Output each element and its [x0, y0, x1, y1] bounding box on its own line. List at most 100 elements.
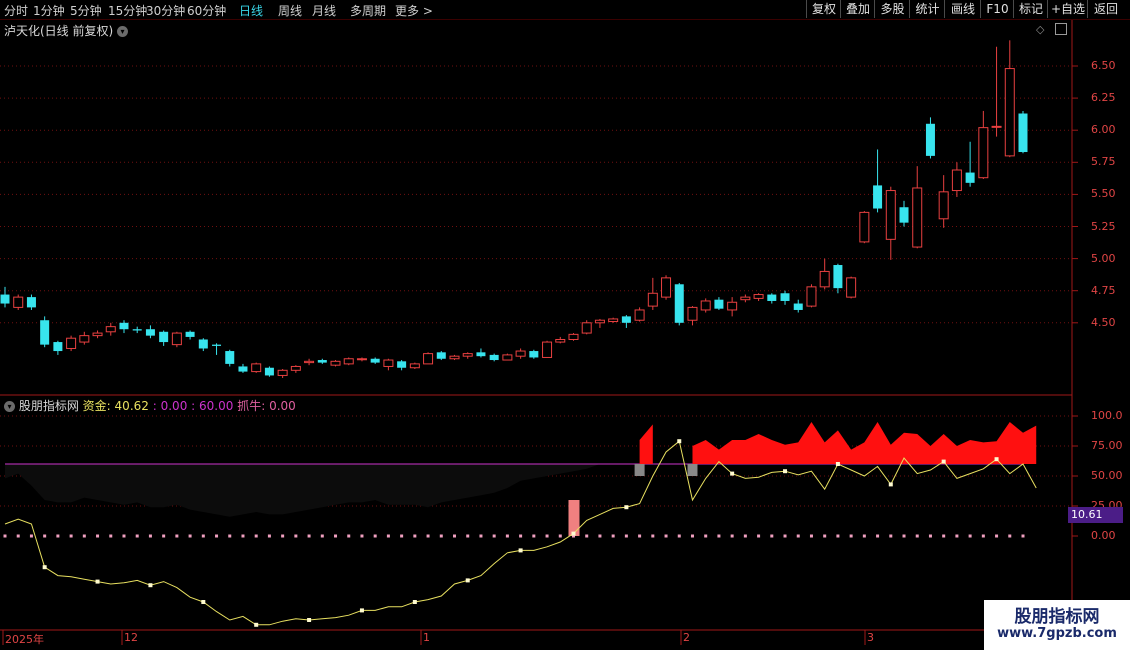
price-label: 6.50 — [1091, 59, 1116, 72]
fund-marker — [42, 565, 47, 570]
grab-label: 抓牛: — [237, 399, 266, 413]
zero-dot — [770, 534, 774, 538]
indicator-label: 50.00 — [1091, 469, 1123, 482]
zero-dot — [148, 534, 152, 538]
candle-body — [26, 297, 36, 308]
zero-dot — [981, 534, 985, 538]
zero-dot — [439, 534, 443, 538]
zero-dot — [215, 534, 219, 538]
current-value-badge: 10.61 — [1068, 507, 1123, 523]
zero-dot — [175, 534, 179, 538]
zero-dot — [730, 534, 734, 538]
stock-title-text: 泸天化(日线 前复权) — [4, 24, 114, 38]
candle-body — [171, 332, 182, 346]
candle-body — [938, 191, 949, 220]
price-label: 6.00 — [1091, 123, 1116, 137]
zero-dot — [585, 534, 589, 538]
candle-body — [885, 190, 896, 240]
fund-marker — [307, 618, 312, 622]
zero-dot — [704, 534, 708, 538]
candle-body — [251, 363, 262, 373]
date-label: 12 — [124, 631, 138, 644]
candle-body — [423, 353, 434, 365]
zero-dot — [122, 534, 126, 538]
candle-body — [238, 366, 248, 372]
zero-dot — [1008, 534, 1012, 538]
diamond-icon[interactable]: ◇ — [1036, 23, 1044, 36]
candle-body — [978, 127, 989, 179]
indicator-value-2: 0.00 — [160, 399, 188, 413]
zero-dot — [1021, 534, 1025, 538]
price-label: 6.25 — [1091, 91, 1116, 105]
zero-dot — [624, 534, 628, 538]
zero-dot — [783, 534, 787, 538]
zero-dot — [29, 534, 33, 538]
candle-body — [846, 277, 857, 298]
zero-dot — [3, 534, 7, 538]
zero-dot — [82, 534, 86, 538]
candle-body — [780, 293, 790, 301]
zero-dot — [836, 534, 840, 538]
zero-dot — [413, 534, 417, 538]
zero-dot — [532, 534, 536, 538]
zero-dot — [320, 534, 324, 538]
fund-label: 资金: — [82, 399, 111, 413]
price-label: 4.75 — [1091, 283, 1116, 297]
candle-body — [806, 286, 817, 307]
zero-dot — [915, 534, 919, 538]
candle-body — [581, 322, 592, 334]
candle-body — [462, 353, 473, 357]
candle-body — [793, 303, 803, 310]
candle-body — [687, 306, 698, 321]
zero-dot — [307, 534, 311, 538]
fund-marker — [518, 548, 523, 553]
zero-dot — [400, 534, 404, 538]
zero-dot — [254, 534, 258, 538]
zero-dot — [545, 534, 549, 538]
zero-dot — [453, 534, 457, 538]
candle-body — [40, 320, 50, 345]
zero-dot — [228, 534, 232, 538]
date-label: 1 — [423, 631, 430, 644]
candle-body — [674, 284, 684, 323]
watermark-title: 股朋指标网 — [1014, 607, 1100, 627]
zero-dot — [56, 534, 60, 538]
candle-body — [594, 319, 605, 324]
candle-body — [727, 301, 738, 311]
candle-body — [370, 358, 380, 363]
zero-dot — [942, 534, 946, 538]
candle-body — [740, 296, 751, 301]
fund-marker — [624, 505, 629, 510]
fund-marker — [835, 462, 840, 466]
zero-dot — [267, 534, 271, 538]
buy-signal-bar — [568, 500, 580, 536]
candle-body — [277, 369, 288, 376]
window-toggle-icon[interactable] — [1055, 23, 1067, 35]
zero-dot — [651, 534, 655, 538]
zero-dot — [16, 534, 20, 538]
chevron-down-icon[interactable]: ▾ — [4, 401, 15, 412]
fund-marker — [677, 439, 682, 444]
candle-body — [185, 331, 195, 337]
fund-value: 40.62 — [114, 399, 149, 413]
candle-body — [92, 332, 103, 337]
zero-dot — [479, 534, 483, 538]
zero-dot — [135, 534, 139, 538]
candle-body — [198, 339, 208, 349]
candle-body — [13, 296, 24, 308]
candle-body — [767, 294, 777, 301]
zero-dot — [809, 534, 813, 538]
candle-body — [105, 326, 116, 333]
zero-dot — [796, 534, 800, 538]
grey-signal-block — [687, 464, 698, 476]
candle-body — [647, 292, 658, 307]
indicator-name: 股朋指标网 — [18, 399, 79, 413]
candle-body — [568, 333, 579, 340]
date-label: 2 — [683, 631, 690, 644]
zero-dot — [241, 534, 245, 538]
candle-body — [555, 338, 566, 343]
zero-dot — [995, 534, 999, 538]
zero-dot — [347, 534, 351, 538]
chevron-down-icon[interactable]: ▾ — [117, 26, 129, 37]
price-label: 5.75 — [1091, 155, 1116, 169]
